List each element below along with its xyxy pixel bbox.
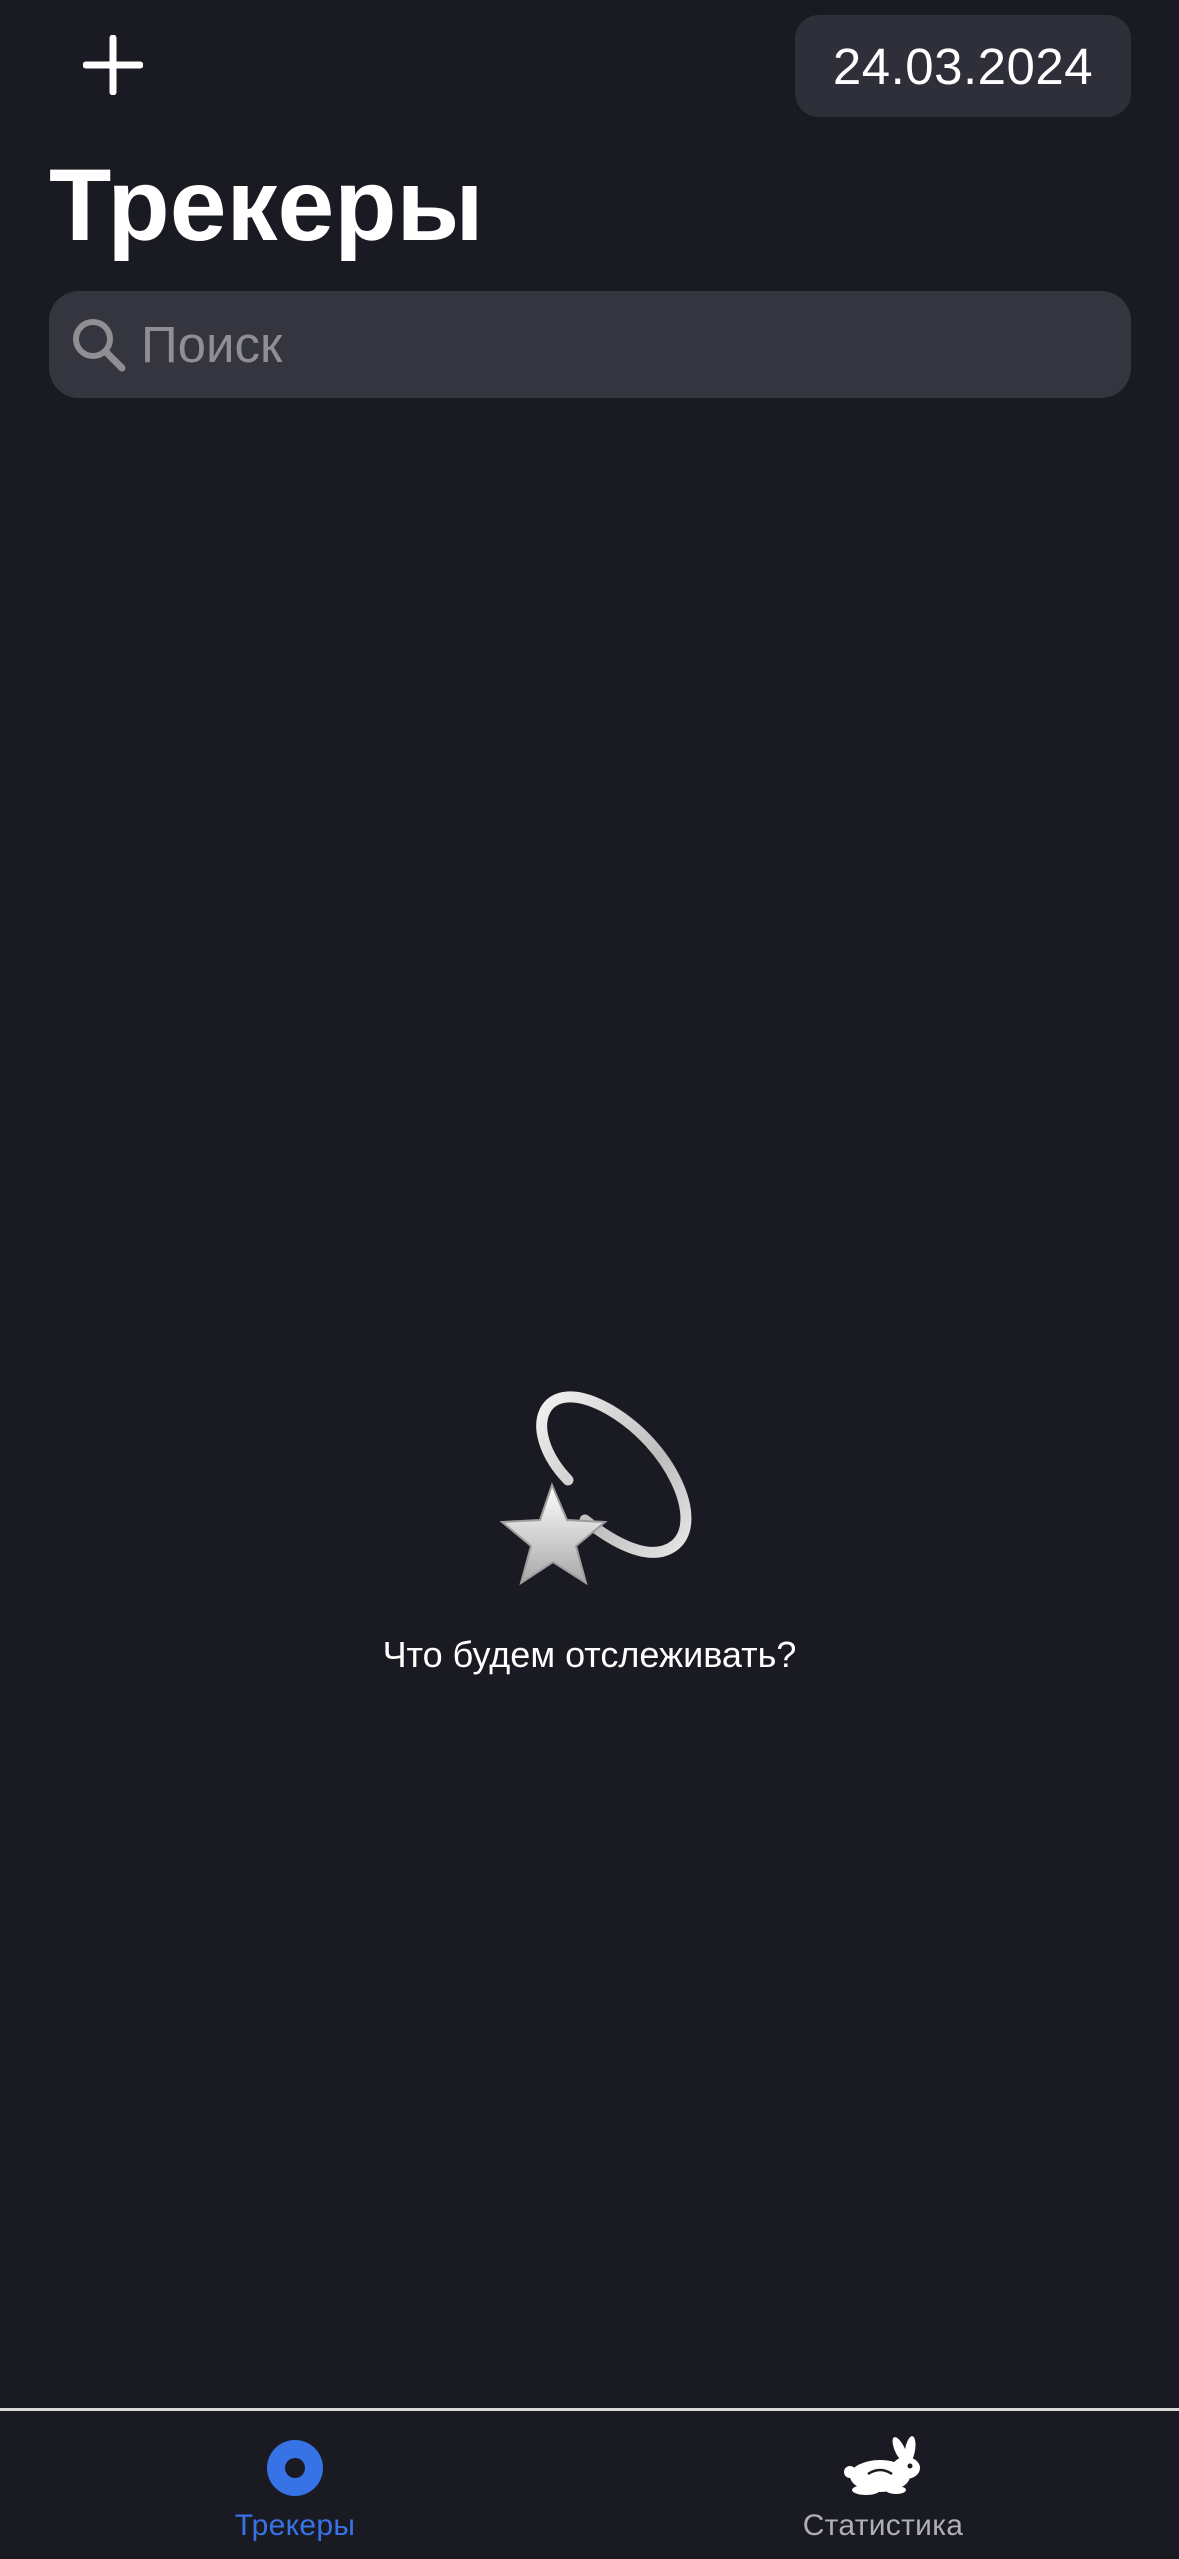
search-field[interactable]: [49, 291, 1131, 398]
record-circle-icon: [250, 2433, 340, 2503]
dizzy-star-icon: [498, 1391, 691, 1586]
tab-statistics[interactable]: Статистика: [683, 2411, 1083, 2559]
search-input[interactable]: [141, 291, 1131, 398]
date-picker-button[interactable]: 24.03.2024: [795, 15, 1131, 117]
empty-state-message: Что будем отслеживать?: [382, 1634, 797, 1675]
tab-bar: Трекеры Статистика: [0, 2408, 1179, 2556]
plus-icon: [83, 35, 143, 95]
tab-statistics-label: Статистика: [802, 2509, 964, 2542]
search-icon: [69, 315, 129, 375]
empty-state: Что будем отслеживать?: [0, 1370, 1179, 1676]
page-title: Трекеры: [49, 148, 484, 262]
tab-trackers[interactable]: Трекеры: [95, 2411, 495, 2559]
tab-trackers-label: Трекеры: [234, 2509, 356, 2542]
hare-icon: [838, 2433, 928, 2503]
add-tracker-button[interactable]: [78, 30, 148, 100]
